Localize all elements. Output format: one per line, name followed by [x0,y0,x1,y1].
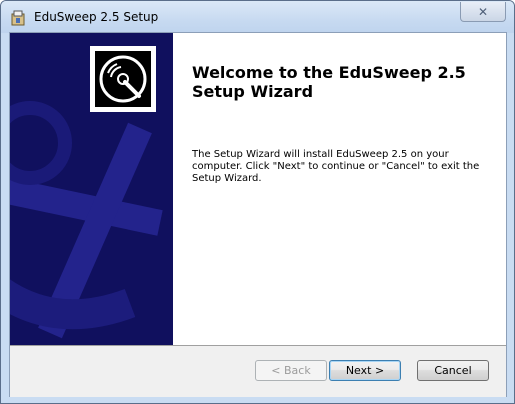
close-icon: ✕ [477,4,489,19]
back-button[interactable]: < Back [255,360,327,381]
button-bar: < Back Next > Cancel [10,345,506,397]
page-title: Welcome to the EduSweep 2.5 Setup Wizard [192,63,466,101]
welcome-description: The Setup Wizard will install EduSweep 2… [192,149,480,184]
window-title: EduSweep 2.5 Setup [34,10,159,24]
cancel-button[interactable]: Cancel [417,360,489,381]
disc-sweep-logo-icon [95,51,151,107]
installer-package-icon [10,10,26,26]
close-button[interactable]: ✕ [460,2,506,22]
wizard-body: Welcome to the EduSweep 2.5 Setup Wizard… [9,32,507,397]
title-bar[interactable]: EduSweep 2.5 Setup ✕ [1,1,514,33]
product-logo [90,46,156,112]
next-button[interactable]: Next > [329,360,401,381]
setup-window: EduSweep 2.5 Setup ✕ Welcome to the EduS… [0,0,515,404]
wizard-banner [10,33,173,345]
